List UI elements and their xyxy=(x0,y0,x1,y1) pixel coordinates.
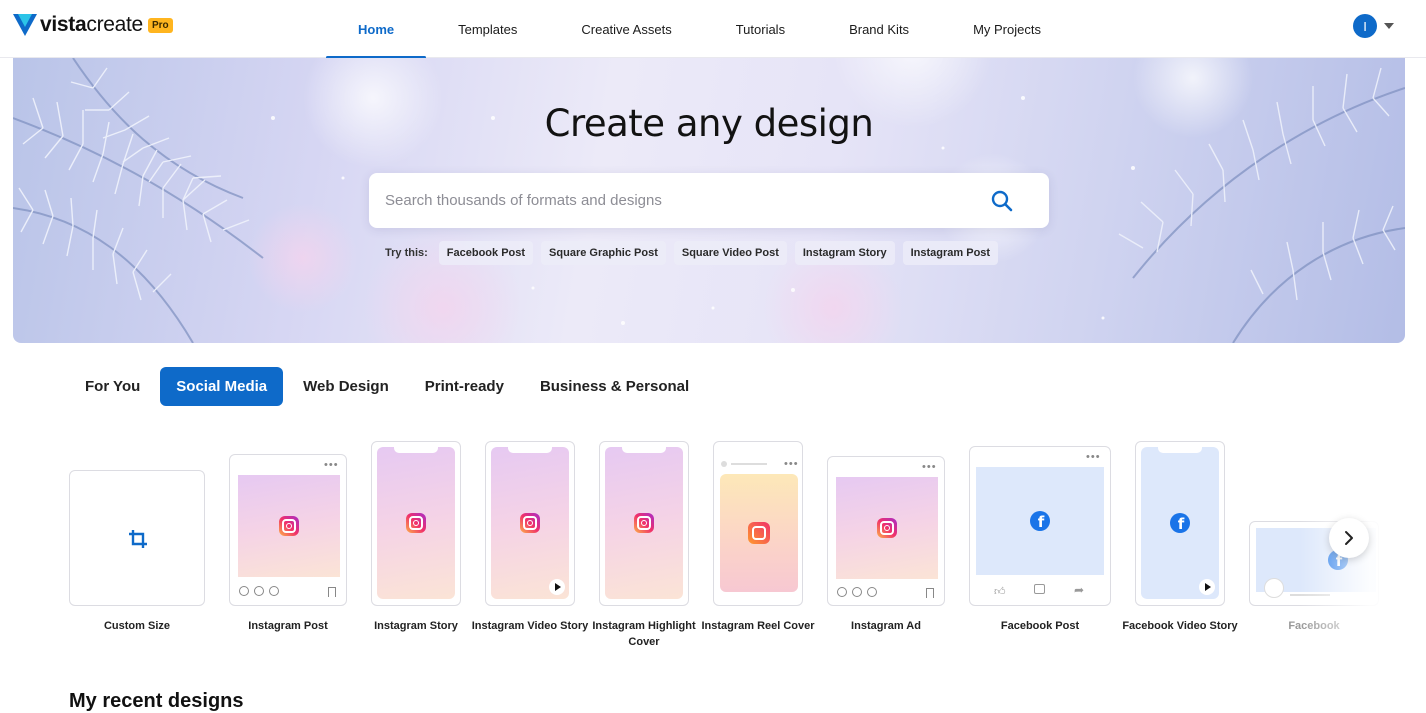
phone-notch xyxy=(1158,447,1202,453)
format-thumbnail: ••• f 👍︎ ➦ xyxy=(969,446,1111,606)
format-label: Instagram Story xyxy=(374,620,458,632)
like-icon: 👍︎ xyxy=(994,586,1006,598)
format-label: Instagram Ad xyxy=(851,620,921,632)
post-preview xyxy=(238,475,340,577)
format-label: Instagram Reel Cover xyxy=(701,620,815,632)
format-label: Facebook Post xyxy=(1000,620,1080,632)
nav-creative-assets[interactable]: Creative Assets xyxy=(549,0,703,58)
profile-dot xyxy=(721,461,727,467)
section-title-recent-designs: My recent designs xyxy=(69,690,244,712)
format-carousel: Custom Size ••• Instagram Post Instagram… xyxy=(0,430,1426,670)
format-thumbnail xyxy=(485,441,575,606)
format-label: Facebook Video Story xyxy=(1122,620,1238,632)
phone-notch xyxy=(394,447,438,453)
nav-tutorials[interactable]: Tutorials xyxy=(704,0,817,58)
hero-banner: Create any design Try this: Facebook Pos… xyxy=(13,58,1405,343)
instagram-icon xyxy=(877,518,897,538)
top-navigation-bar: vistacreate Pro Home Templates Creative … xyxy=(0,0,1426,59)
vistacreate-logo-mark-icon xyxy=(13,14,37,36)
post-actions-icon xyxy=(239,586,279,598)
profile-avatar-placeholder xyxy=(1264,578,1284,598)
instagram-icon xyxy=(520,513,540,533)
phone-notch xyxy=(508,447,552,453)
more-dots-icon: ••• xyxy=(922,461,937,473)
suggestion-chip-facebook-post[interactable]: Facebook Post xyxy=(438,241,534,265)
tab-print-ready[interactable]: Print-ready xyxy=(409,367,520,406)
reel-icon xyxy=(748,522,770,544)
instagram-icon xyxy=(406,513,426,533)
more-dots-icon: ••• xyxy=(324,459,339,471)
bookmark-icon xyxy=(926,588,934,598)
more-dots-icon: ••• xyxy=(784,458,799,470)
format-label: Custom Size xyxy=(103,620,170,632)
reel-preview xyxy=(720,474,798,592)
user-avatar[interactable]: I xyxy=(1353,14,1377,38)
tab-social-media[interactable]: Social Media xyxy=(160,367,284,406)
format-thumbnail: ••• xyxy=(713,441,803,606)
format-label: Instagram Post xyxy=(248,620,328,632)
facebook-icon: f xyxy=(1170,513,1190,533)
format-thumbnail xyxy=(371,441,461,606)
format-label: Instagram Highlight Cover xyxy=(592,620,696,648)
profile-line xyxy=(731,463,767,465)
format-thumbnail xyxy=(69,470,205,606)
post-preview: f xyxy=(976,467,1104,575)
logo-wordmark: vistacreate xyxy=(40,13,143,36)
nav-home[interactable]: Home xyxy=(326,0,427,59)
comment-icon xyxy=(1034,584,1045,594)
instagram-icon xyxy=(279,516,299,536)
story-preview: f xyxy=(1141,447,1219,599)
format-label: Instagram Video Story xyxy=(471,620,589,632)
share-icon: ➦ xyxy=(1074,583,1085,597)
ad-preview xyxy=(836,477,938,579)
search-input[interactable] xyxy=(385,173,975,228)
search-box xyxy=(369,173,1049,228)
instagram-icon xyxy=(634,513,654,533)
phone-notch xyxy=(622,447,666,453)
facebook-icon: f xyxy=(1030,511,1050,531)
play-icon xyxy=(549,579,565,595)
tab-business-personal[interactable]: Business & Personal xyxy=(524,367,705,406)
format-thumbnail: ••• xyxy=(229,454,347,606)
pro-badge: Pro xyxy=(147,17,173,33)
suggestion-chip-square-video-post[interactable]: Square Video Post xyxy=(673,241,787,265)
try-this-label: Try this: xyxy=(385,247,428,259)
story-preview xyxy=(377,447,455,599)
suggestion-chip-square-graphic-post[interactable]: Square Graphic Post xyxy=(541,241,666,265)
crop-icon xyxy=(129,530,147,548)
bookmark-icon xyxy=(328,587,336,597)
chevron-right-icon xyxy=(1345,531,1353,545)
tab-web-design[interactable]: Web Design xyxy=(287,367,405,406)
format-thumbnail xyxy=(599,441,689,606)
nav-my-projects[interactable]: My Projects xyxy=(941,0,1073,58)
account-menu-caret-icon[interactable] xyxy=(1384,23,1394,29)
story-preview xyxy=(491,447,569,599)
main-nav: Home Templates Creative Assets Tutorials… xyxy=(326,0,1073,59)
tab-for-you[interactable]: For You xyxy=(69,367,156,406)
story-preview xyxy=(605,447,683,599)
more-dots-icon: ••• xyxy=(1086,451,1101,463)
nav-brand-kits[interactable]: Brand Kits xyxy=(817,0,941,58)
suggestion-chip-instagram-story[interactable]: Instagram Story xyxy=(794,241,895,265)
vistacreate-logo[interactable]: vistacreate Pro xyxy=(13,13,173,37)
carousel-next-button[interactable] xyxy=(1329,518,1369,558)
nav-templates[interactable]: Templates xyxy=(426,0,549,58)
category-tabs: For You Social Media Web Design Print-re… xyxy=(69,367,709,406)
play-icon xyxy=(1199,579,1215,595)
format-thumbnail: f xyxy=(1135,441,1225,606)
post-actions-icon xyxy=(837,587,877,599)
hero-title: Create any design xyxy=(544,102,874,145)
format-thumbnail: ••• xyxy=(827,456,945,606)
suggestion-chip-instagram-post[interactable]: Instagram Post xyxy=(902,241,999,265)
search-icon[interactable] xyxy=(991,190,1013,212)
suggestion-row: Try this: Facebook Post Square Graphic P… xyxy=(385,241,1006,265)
